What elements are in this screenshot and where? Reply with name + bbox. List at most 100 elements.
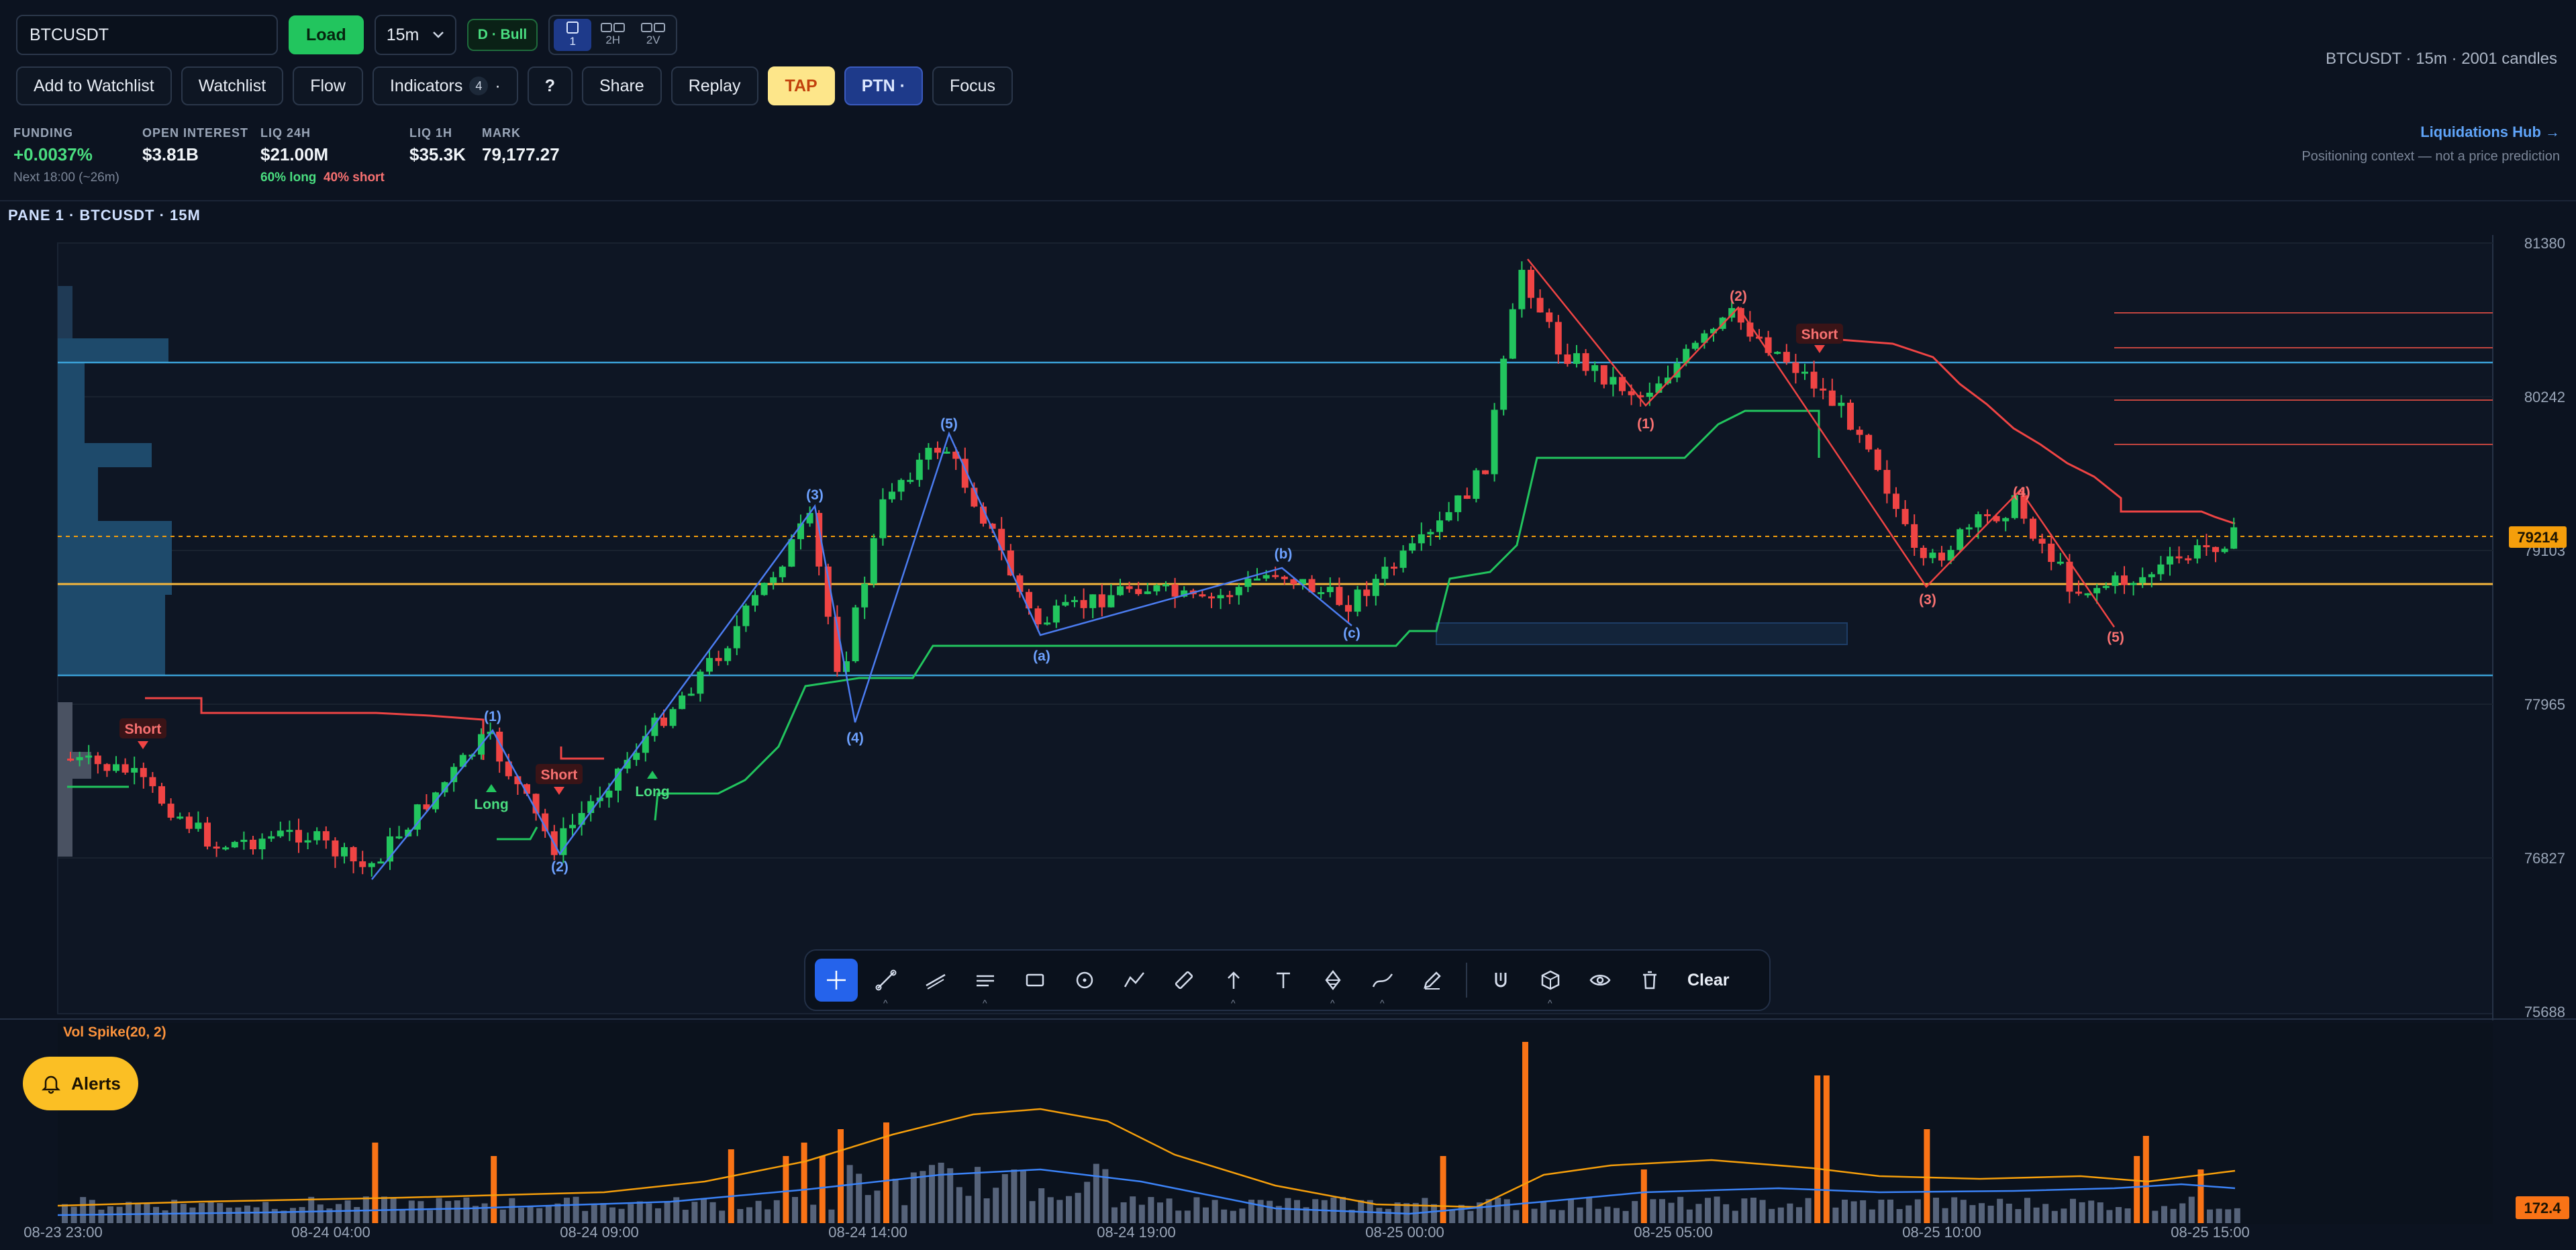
volume-bar — [746, 1207, 752, 1223]
tap-button[interactable]: TAP — [767, 66, 835, 105]
candle-body — [121, 764, 129, 773]
daily-bias-badge[interactable]: D · Bull — [466, 19, 538, 51]
symbol-input[interactable]: BTCUSDT — [16, 15, 278, 55]
focus-button[interactable]: Focus — [932, 66, 1013, 105]
volume-bar — [1586, 1197, 1593, 1223]
volume-bar — [2042, 1204, 2049, 1223]
candle-body — [897, 479, 905, 492]
candle-body — [907, 479, 914, 482]
chart-area[interactable]: (1) (2) (3) (4) (5) (a) (b) (c) (1) (2) … — [0, 228, 2576, 1250]
volume-bar — [153, 1206, 159, 1223]
indicators-button[interactable]: Indicators 4 · — [372, 66, 518, 105]
time-tick: 08-25 15:00 — [2171, 1224, 2249, 1241]
timeframe-select[interactable]: 15m — [374, 15, 456, 55]
replay-button[interactable]: Replay — [671, 66, 758, 105]
price-chart[interactable]: (1) (2) (3) (4) (5) (a) (b) (c) (1) (2) … — [0, 228, 2576, 1250]
candle-body — [2102, 585, 2110, 588]
trash-icon — [1643, 971, 1656, 990]
horizontal-line-tool[interactable]: ^ — [964, 959, 1007, 1008]
volume-bar — [965, 1196, 972, 1223]
add-to-watchlist-button[interactable]: Add to Watchlist — [16, 66, 172, 105]
single-pane-icon — [566, 21, 579, 34]
trend-line-tool[interactable]: ^ — [864, 959, 907, 1008]
crosshair-tool[interactable] — [815, 959, 858, 1002]
candle-body — [1034, 608, 1042, 625]
ptn-button[interactable]: PTN · — [844, 66, 923, 105]
volume-bar — [1887, 1199, 1893, 1223]
candle-body — [1911, 524, 1918, 548]
flow-button[interactable]: Flow — [293, 66, 363, 105]
volume-bar — [1604, 1206, 1611, 1223]
text-tool[interactable] — [1262, 959, 1305, 1002]
candle-body — [1774, 352, 1781, 354]
visibility-tool[interactable] — [1579, 959, 1622, 1002]
volume-bar — [1914, 1199, 1921, 1223]
rectangle-tool[interactable] — [1013, 959, 1056, 1002]
layout-2v-button[interactable]: 2V — [634, 19, 672, 51]
volume-bar — [2124, 1208, 2131, 1223]
ray-tool[interactable] — [914, 959, 957, 1002]
volume-bar — [2152, 1210, 2159, 1223]
candle-body — [1226, 595, 1234, 597]
svg-text:Short: Short — [1801, 327, 1838, 342]
cube-icon — [1541, 970, 1560, 990]
last-price-value: 79214 — [2517, 529, 2559, 546]
liq-24h-split: 60% long 40% short — [260, 171, 385, 185]
brush-tool[interactable] — [1411, 959, 1454, 1002]
path-tool[interactable]: ^ — [1361, 959, 1404, 1008]
candle-body — [149, 777, 156, 787]
candle-body — [140, 767, 147, 777]
liquidations-hub-link[interactable]: Liquidations Hub → — [2420, 124, 2560, 141]
volume-bar — [271, 1208, 278, 1223]
candle-body — [733, 626, 740, 648]
volume-bar — [290, 1208, 296, 1223]
wave-label-blue-b: (b) — [1275, 546, 1293, 562]
time-tick: 08-25 00:00 — [1365, 1224, 1444, 1241]
candle-body — [742, 606, 750, 626]
horizontal-lines-icon — [977, 975, 994, 987]
clear-drawings-button[interactable]: Clear — [1678, 971, 1739, 990]
volume-bar — [1166, 1198, 1173, 1223]
arrow-tool[interactable]: ^ — [1212, 959, 1255, 1008]
ruler-tool[interactable] — [1162, 959, 1205, 1002]
3d-object-tool[interactable]: ^ — [1529, 959, 1572, 1008]
candle-body — [1901, 509, 1909, 524]
delete-tool[interactable] — [1628, 959, 1671, 1002]
help-button[interactable]: ? — [527, 66, 573, 105]
tool-caret: ^ — [1380, 998, 1385, 1008]
volume-bar — [719, 1210, 726, 1223]
candle-body — [1326, 587, 1334, 593]
polyline-tool[interactable] — [1113, 959, 1156, 1002]
candle-body — [1208, 596, 1215, 599]
volume-spike-bar — [838, 1129, 844, 1223]
load-button[interactable]: Load — [289, 15, 364, 54]
share-button[interactable]: Share — [581, 66, 662, 105]
split-vertical-icon — [641, 23, 666, 32]
candle-body — [2057, 561, 2064, 564]
candle-body — [889, 491, 895, 499]
circle-tool[interactable] — [1063, 959, 1106, 1002]
liq-1h-stat: LIQ 1H $35.3K — [409, 126, 466, 165]
candle-body — [1883, 469, 1891, 494]
volume-bar — [1659, 1199, 1665, 1223]
magnet-tool[interactable] — [1479, 959, 1522, 1002]
fibonacci-tool[interactable]: ^ — [1311, 959, 1354, 1008]
candle-body — [240, 839, 248, 843]
volume-bar — [874, 1190, 881, 1223]
candle-body — [724, 648, 732, 661]
volume-bar — [1340, 1196, 1346, 1223]
candle-body — [1318, 592, 1325, 595]
volume-bar — [2116, 1207, 2122, 1223]
volume-bar — [317, 1204, 324, 1223]
volume-bar — [1705, 1198, 1711, 1223]
layout-1-button[interactable]: 1 — [554, 19, 592, 51]
candle-body — [1071, 599, 1078, 602]
wave-label-blue-5: (5) — [940, 416, 958, 432]
layout-2h-button[interactable]: 2H — [594, 19, 632, 51]
trend-line-icon — [875, 969, 897, 991]
watchlist-button[interactable]: Watchlist — [181, 66, 284, 105]
alerts-button[interactable]: Alerts — [23, 1057, 138, 1110]
candle-body — [286, 830, 293, 832]
volume-bar — [2234, 1208, 2240, 1223]
price-tick: 75688 — [2524, 1004, 2565, 1020]
